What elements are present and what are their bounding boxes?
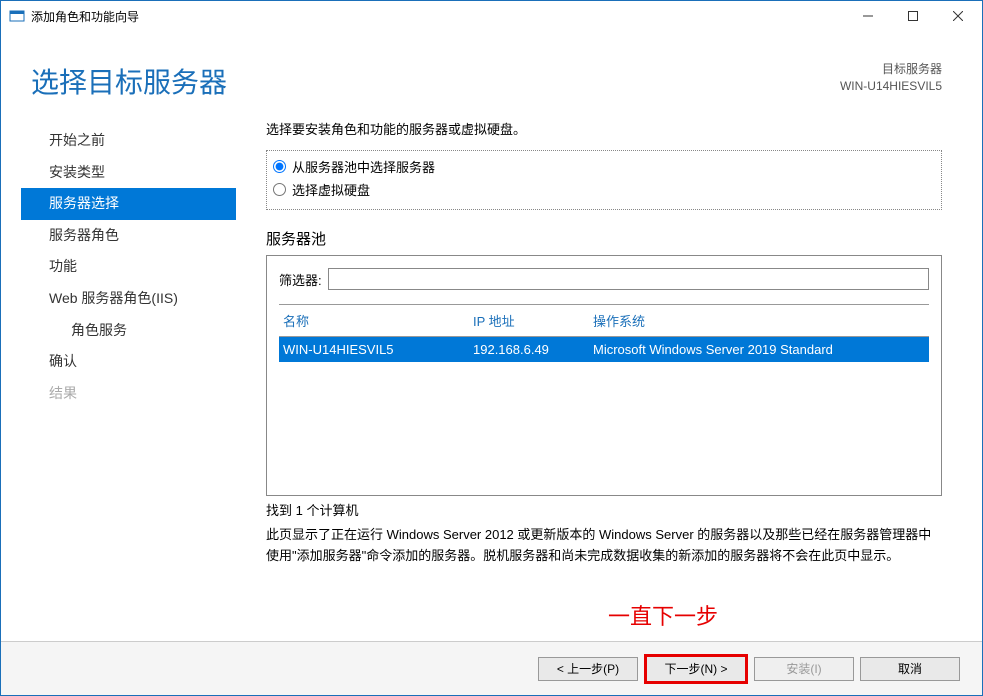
window-controls (845, 1, 980, 31)
radio-select-from-pool-label: 从服务器池中选择服务器 (292, 157, 435, 176)
found-count: 找到 1 个计算机 (266, 500, 942, 519)
selection-radio-group: 从服务器池中选择服务器 选择虚拟硬盘 (266, 150, 942, 210)
annotation-text: 一直下一步 (608, 599, 718, 631)
destination-server: WIN-U14HIESVIL5 (840, 78, 942, 95)
instruction-text: 选择要安装角色和功能的服务器或虚拟硬盘。 (266, 119, 942, 138)
body: 选择目标服务器 目标服务器 WIN-U14HIESVIL5 开始之前 安装类型 … (1, 31, 982, 695)
sidebar-item-server-roles[interactable]: 服务器角色 (31, 220, 236, 252)
note-text: 此页显示了正在运行 Windows Server 2012 或更新版本的 Win… (266, 525, 942, 567)
column-os[interactable]: 操作系统 (593, 311, 925, 330)
cell-name: WIN-U14HIESVIL5 (283, 342, 473, 357)
cancel-button[interactable]: 取消 (860, 657, 960, 681)
filter-input[interactable] (328, 268, 929, 290)
sidebar: 开始之前 安装类型 服务器选择 服务器角色 功能 Web 服务器角色(IIS) … (1, 119, 236, 641)
cell-ip: 192.168.6.49 (473, 342, 593, 357)
server-pool-box: 筛选器: 名称 IP 地址 操作系统 WIN-U14HIESVIL5 19 (266, 255, 942, 496)
sidebar-item-server-selection[interactable]: 服务器选择 (21, 188, 236, 220)
filter-row: 筛选器: (279, 268, 929, 290)
radio-select-vhd[interactable]: 选择虚拟硬盘 (273, 178, 935, 201)
cell-os: Microsoft Windows Server 2019 Standard (593, 342, 925, 357)
filter-label: 筛选器: (279, 270, 322, 289)
next-button[interactable]: 下一步(N) > (644, 654, 748, 684)
sidebar-item-confirmation[interactable]: 确认 (31, 346, 236, 378)
maximize-button[interactable] (890, 1, 935, 31)
radio-select-from-pool[interactable]: 从服务器池中选择服务器 (273, 155, 935, 178)
sidebar-item-role-services[interactable]: 角色服务 (31, 315, 236, 347)
close-button[interactable] (935, 1, 980, 31)
sidebar-item-before-you-begin[interactable]: 开始之前 (31, 125, 236, 157)
minimize-button[interactable] (845, 1, 890, 31)
table-body: WIN-U14HIESVIL5 192.168.6.49 Microsoft W… (279, 337, 929, 495)
install-button: 安装(I) (754, 657, 854, 681)
header: 选择目标服务器 目标服务器 WIN-U14HIESVIL5 (1, 31, 982, 119)
window-title: 添加角色和功能向导 (31, 8, 845, 25)
column-name[interactable]: 名称 (283, 311, 473, 330)
sidebar-item-features[interactable]: 功能 (31, 251, 236, 283)
main: 开始之前 安装类型 服务器选择 服务器角色 功能 Web 服务器角色(IIS) … (1, 119, 982, 641)
sidebar-item-installation-type[interactable]: 安装类型 (31, 157, 236, 189)
server-table: 名称 IP 地址 操作系统 WIN-U14HIESVIL5 192.168.6.… (279, 304, 929, 495)
content: 选择要安装角色和功能的服务器或虚拟硬盘。 从服务器池中选择服务器 选择虚拟硬盘 … (236, 119, 942, 641)
previous-button[interactable]: < 上一步(P) (538, 657, 638, 681)
column-ip[interactable]: IP 地址 (473, 311, 593, 330)
destination-label: 目标服务器 (840, 61, 942, 78)
titlebar: 添加角色和功能向导 (1, 1, 982, 31)
radio-select-from-pool-input[interactable] (273, 160, 286, 173)
radio-select-vhd-input[interactable] (273, 183, 286, 196)
radio-select-vhd-label: 选择虚拟硬盘 (292, 180, 370, 199)
footer: < 上一步(P) 下一步(N) > 安装(I) 取消 (1, 641, 982, 695)
server-pool-label: 服务器池 (266, 228, 942, 249)
sidebar-item-web-server-iis[interactable]: Web 服务器角色(IIS) (31, 283, 236, 315)
sidebar-item-results: 结果 (31, 378, 236, 410)
destination-box: 目标服务器 WIN-U14HIESVIL5 (840, 61, 942, 95)
table-row[interactable]: WIN-U14HIESVIL5 192.168.6.49 Microsoft W… (279, 337, 929, 362)
table-header: 名称 IP 地址 操作系统 (279, 305, 929, 337)
app-icon (9, 8, 25, 24)
wizard-window: 添加角色和功能向导 选择目标服务器 目标服务器 WIN-U14HIESVIL5 … (0, 0, 983, 696)
page-title: 选择目标服务器 (31, 61, 840, 101)
